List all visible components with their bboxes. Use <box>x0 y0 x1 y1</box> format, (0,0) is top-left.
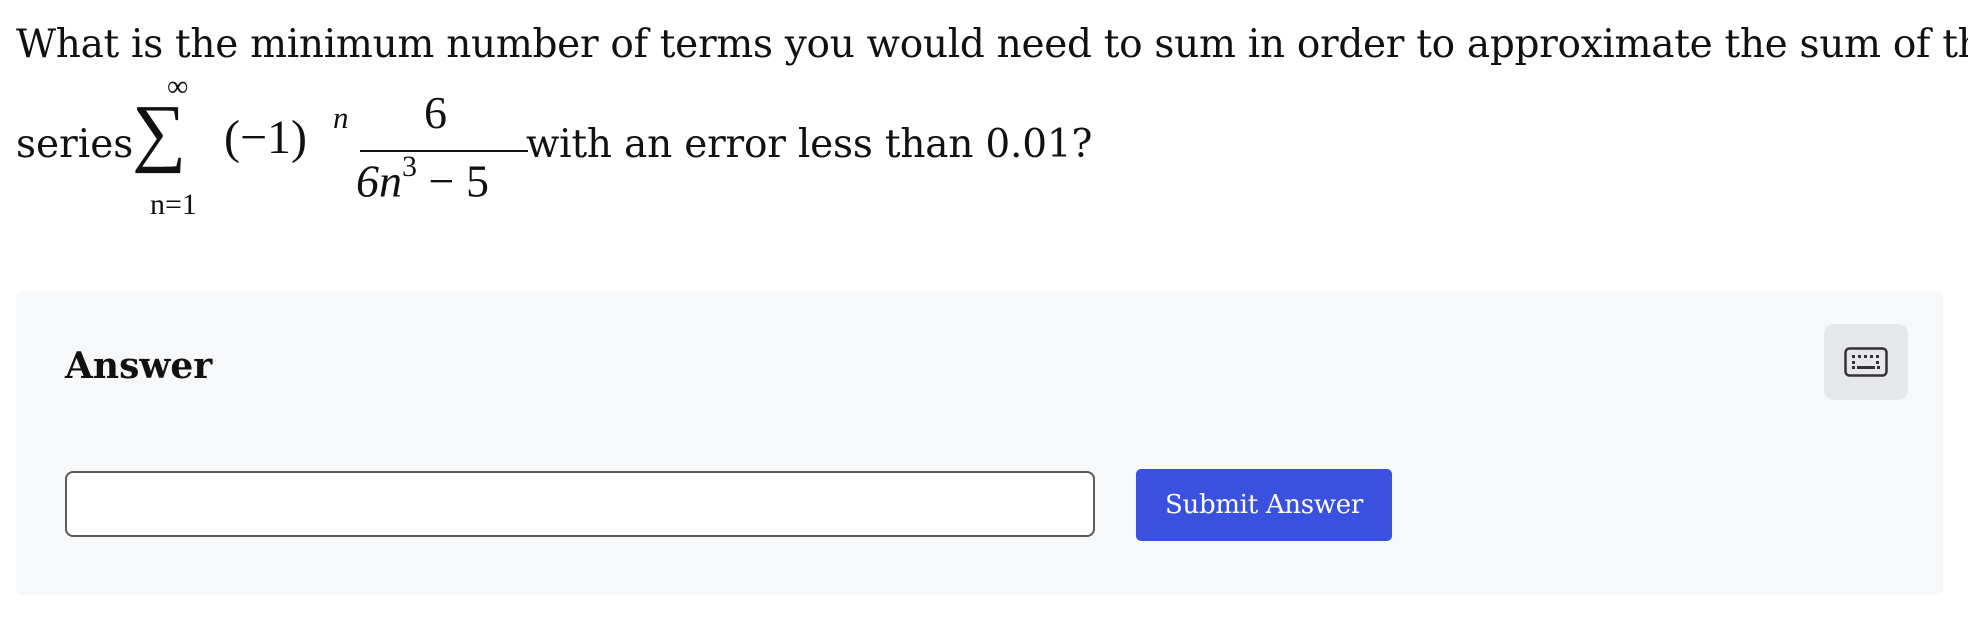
fraction-bar <box>360 150 528 152</box>
fraction-numerator: 6 <box>424 87 447 138</box>
summation-symbol: ∑ <box>132 90 187 174</box>
term-exponent: n <box>333 100 349 135</box>
denominator-power: 3 <box>402 150 417 183</box>
question-text-line1: What is the minimum number of terms you … <box>16 22 1968 67</box>
submit-answer-button[interactable]: Submit Answer <box>1136 469 1392 541</box>
fraction-denominator: 6n3 − 5 <box>356 152 489 207</box>
answer-input[interactable] <box>65 471 1095 537</box>
keyboard-icon <box>1844 347 1888 377</box>
question-tail: with an error less than 0.01? <box>526 122 1093 167</box>
keyboard-button[interactable] <box>1824 324 1908 400</box>
question-text-line2: series ∞ ∑ n=1 (−1) n 6 6n3 − 5 with an … <box>16 72 1216 232</box>
denominator-rest: − 5 <box>428 155 489 207</box>
question-series-word: series <box>16 122 134 167</box>
sum-lower-limit: n=1 <box>150 188 197 221</box>
answer-panel: Answer Submit Answer <box>16 291 1943 595</box>
answer-label: Answer <box>65 345 213 387</box>
denominator-base: 6n <box>356 155 402 207</box>
term-base: (−1) <box>224 111 308 164</box>
page: What is the minimum number of terms you … <box>0 0 1968 618</box>
